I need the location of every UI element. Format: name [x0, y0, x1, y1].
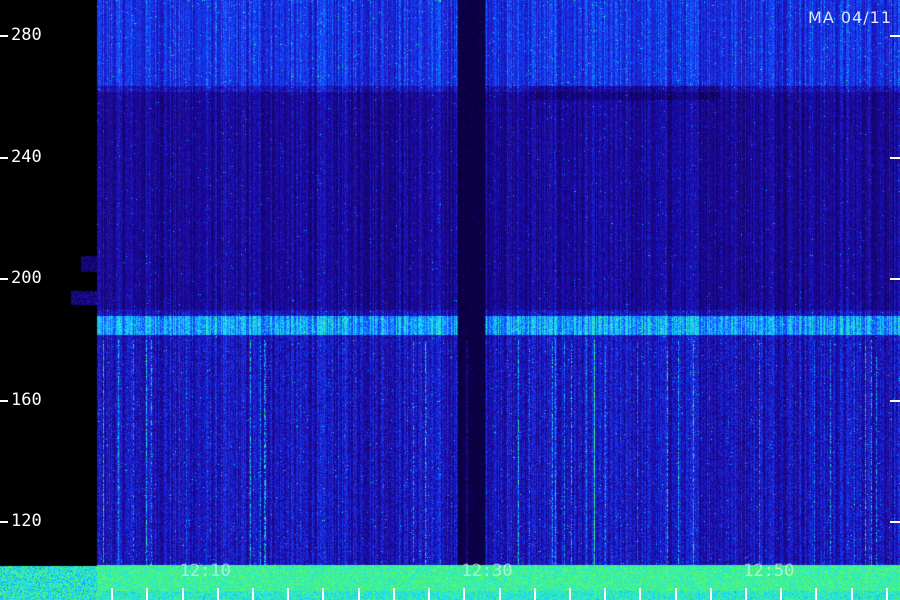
y-tick-mark-right [890, 521, 900, 524]
y-tick-mark-right [890, 278, 900, 281]
x-tick-mark [181, 588, 184, 600]
x-tick-mark [111, 588, 114, 600]
y-tick-mark-right [890, 399, 900, 402]
y-tick-label: 120 [11, 511, 42, 532]
y-tick-mark-right [890, 35, 900, 38]
x-tick-label: 12:50 [743, 561, 795, 581]
y-tick-mark-right [890, 156, 900, 159]
x-tick-mark [287, 588, 290, 600]
x-tick-mark [498, 588, 501, 600]
x-tick-mark [850, 588, 853, 600]
x-tick-mark [745, 588, 748, 600]
y-tick-mark [0, 278, 8, 281]
y-tick-label: 280 [11, 25, 42, 46]
x-tick-mark [216, 588, 219, 600]
x-tick-mark [604, 588, 607, 600]
y-tick-mark [0, 399, 8, 402]
y-tick-label: 240 [11, 146, 42, 167]
x-tick-mark [885, 588, 888, 600]
x-tick-mark [322, 588, 325, 600]
y-tick-label: 160 [11, 389, 42, 410]
x-tick-label: 12:10 [179, 561, 231, 581]
x-tick-mark [357, 588, 360, 600]
x-tick-mark [533, 588, 536, 600]
x-tick-mark [392, 588, 395, 600]
x-tick-mark [568, 588, 571, 600]
station-date-label: MA 04/11 [808, 8, 892, 27]
x-tick-mark [780, 588, 783, 600]
x-tick-mark [463, 588, 466, 600]
x-tick-mark [674, 588, 677, 600]
y-tick-mark [0, 521, 8, 524]
y-tick-mark [0, 35, 8, 38]
x-tick-mark [709, 588, 712, 600]
x-tick-mark [815, 588, 818, 600]
x-tick-mark [428, 588, 431, 600]
x-tick-mark [146, 588, 149, 600]
x-tick-mark [639, 588, 642, 600]
x-tick-label: 12:30 [461, 561, 513, 581]
x-tick-mark [251, 588, 254, 600]
spectrogram-canvas [0, 0, 900, 600]
y-tick-mark [0, 156, 8, 159]
y-tick-label: 200 [11, 268, 42, 289]
